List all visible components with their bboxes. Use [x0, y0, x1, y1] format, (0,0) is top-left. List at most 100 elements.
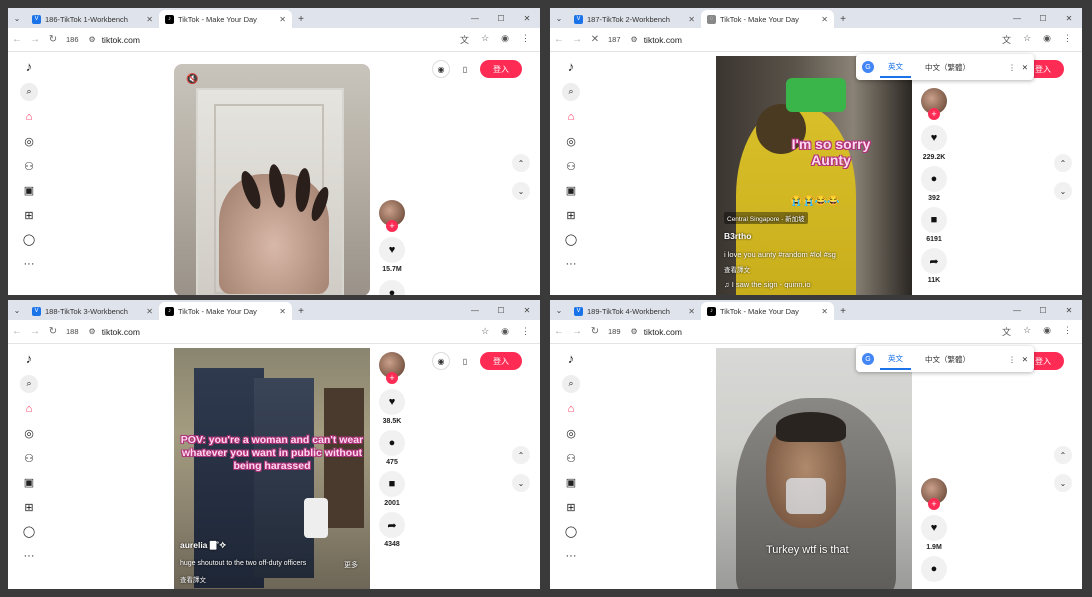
like-button[interactable]: ♥ [379, 389, 405, 415]
tab-search-icon[interactable]: ⌄ [550, 300, 568, 320]
forward-icon[interactable]: → [568, 34, 586, 45]
location-tag[interactable]: Central Singapore - 新加坡 [724, 212, 808, 224]
close-tab-icon[interactable]: ✕ [821, 15, 828, 24]
close-tab-icon[interactable]: ✕ [688, 307, 695, 316]
maximize-icon[interactable]: ☐ [1030, 306, 1056, 315]
back-icon[interactable]: ← [550, 34, 568, 45]
device-icon[interactable]: ▯ [456, 60, 474, 78]
search-icon[interactable]: ⌕ [562, 82, 580, 101]
see-translation-link[interactable]: 查看譯文 [724, 264, 750, 274]
mute-icon[interactable]: 🔇 [186, 74, 198, 85]
back-icon[interactable]: ← [8, 326, 26, 337]
comment-button[interactable]: ● [921, 166, 947, 192]
bookmark-star-icon[interactable]: ☆ [481, 326, 489, 337]
explore-icon[interactable]: ◎ [21, 426, 37, 442]
comment-button[interactable]: ● [379, 430, 405, 456]
prev-video-button[interactable]: ⌃ [512, 154, 530, 172]
search-icon[interactable]: ⌕ [20, 82, 38, 101]
site-info-icon[interactable]: ⚙ [631, 35, 638, 44]
profile-icon[interactable]: ◉ [1043, 33, 1051, 46]
reload-icon[interactable]: ↻ [586, 326, 604, 337]
tab-search-icon[interactable]: ⌄ [8, 300, 26, 320]
tab-tiktok[interactable]: ◌ TikTok - Make Your Day ✕ [701, 10, 834, 28]
prev-video-button[interactable]: ⌃ [512, 446, 530, 464]
more-icon[interactable]: ··· [21, 548, 37, 564]
url-field[interactable]: ⚙ tiktok.com [83, 323, 482, 340]
url-field[interactable]: ⚙ tiktok.com [625, 31, 1003, 48]
live-icon[interactable]: ▣ [563, 475, 579, 491]
prev-video-button[interactable]: ⌃ [1054, 154, 1072, 172]
sound-link[interactable]: ♫ I saw the sign - quinn.io [724, 280, 811, 289]
following-icon[interactable]: ⚇ [563, 450, 579, 466]
next-video-button[interactable]: ⌄ [512, 182, 530, 200]
tab-tiktok[interactable]: ♪ TikTok - Make Your Day ✕ [159, 10, 292, 28]
bookmark-star-icon[interactable]: ☆ [1023, 325, 1031, 338]
upload-icon[interactable]: ⊞ [563, 207, 579, 223]
following-icon[interactable]: ⚇ [563, 158, 579, 174]
follow-plus-icon[interactable]: + [928, 108, 940, 120]
close-window-icon[interactable]: ✕ [1056, 14, 1082, 23]
tiktok-logo-icon[interactable]: ♪ [563, 58, 579, 74]
next-video-button[interactable]: ⌄ [1054, 474, 1072, 492]
more-icon[interactable]: ··· [563, 548, 579, 564]
lang-english-tab[interactable]: 英文 [880, 349, 911, 370]
back-icon[interactable]: ← [550, 326, 568, 337]
comment-button[interactable]: ● [921, 556, 947, 582]
more-icon[interactable]: ··· [563, 256, 579, 272]
bookmark-star-icon[interactable]: ☆ [1023, 33, 1031, 46]
new-tab-button[interactable]: + [834, 10, 852, 28]
following-icon[interactable]: ⚇ [21, 158, 37, 174]
tiktok-logo-icon[interactable]: ♪ [21, 350, 37, 366]
prev-video-button[interactable]: ⌃ [1054, 446, 1072, 464]
explore-icon[interactable]: ◎ [21, 134, 37, 150]
translate-menu-icon[interactable]: ⋮ [1008, 355, 1016, 364]
follow-plus-icon[interactable]: + [928, 498, 940, 510]
new-tab-button[interactable]: + [292, 302, 310, 320]
next-video-button[interactable]: ⌄ [1054, 182, 1072, 200]
live-icon[interactable]: ▣ [21, 475, 37, 491]
tab-workbench[interactable]: V 186-TikTok 1-Workbench ✕ [26, 10, 159, 28]
device-icon[interactable]: ▯ [456, 352, 474, 370]
stop-icon[interactable]: ✕ [586, 34, 604, 45]
menu-icon[interactable]: ⋮ [1063, 325, 1072, 338]
site-info-icon[interactable]: ⚙ [631, 327, 638, 336]
live-icon[interactable]: ▣ [21, 183, 37, 199]
new-tab-button[interactable]: + [834, 302, 852, 320]
author-avatar[interactable]: + [921, 88, 947, 120]
author-avatar[interactable]: + [379, 352, 405, 384]
tab-search-icon[interactable]: ⌄ [550, 8, 568, 28]
lang-chinese-tab[interactable]: 中文（繁體） [917, 58, 978, 77]
close-window-icon[interactable]: ✕ [514, 306, 540, 315]
site-info-icon[interactable]: ⚙ [89, 327, 96, 336]
home-icon[interactable]: ⌂ [21, 401, 37, 417]
maximize-icon[interactable]: ☐ [1030, 14, 1056, 23]
maximize-icon[interactable]: ☐ [488, 306, 514, 315]
profile-icon[interactable]: ◉ [501, 326, 509, 337]
translate-close-icon[interactable]: ✕ [1022, 355, 1028, 364]
following-icon[interactable]: ⚇ [21, 450, 37, 466]
explore-icon[interactable]: ◎ [563, 426, 579, 442]
author-avatar[interactable]: + [921, 478, 947, 510]
url-field[interactable]: ⚙ tiktok.com [83, 31, 461, 48]
profile-icon[interactable]: ◉ [1043, 325, 1051, 338]
lang-chinese-tab[interactable]: 中文（繁體） [917, 350, 978, 369]
tab-search-icon[interactable]: ⌄ [8, 8, 26, 28]
lang-english-tab[interactable]: 英文 [880, 57, 911, 78]
save-button[interactable]: ■ [379, 471, 405, 497]
more-icon[interactable]: ··· [21, 256, 37, 272]
explore-icon[interactable]: ◎ [563, 134, 579, 150]
like-button[interactable]: ♥ [379, 237, 405, 263]
upload-icon[interactable]: ⊞ [21, 207, 37, 223]
save-button[interactable]: ■ [921, 207, 947, 233]
close-window-icon[interactable]: ✕ [1056, 306, 1082, 315]
search-icon[interactable]: ⌕ [562, 374, 580, 393]
comment-button[interactable]: ● [379, 280, 405, 295]
tiktok-logo-icon[interactable]: ♪ [563, 350, 579, 366]
share-button[interactable]: ➦ [921, 248, 947, 274]
translate-menu-icon[interactable]: ⋮ [1008, 63, 1016, 72]
forward-icon[interactable]: → [26, 326, 44, 337]
minimize-icon[interactable]: — [462, 306, 488, 315]
close-window-icon[interactable]: ✕ [514, 14, 540, 23]
login-button[interactable]: 登入 [480, 60, 522, 78]
close-tab-icon[interactable]: ✕ [279, 15, 286, 24]
